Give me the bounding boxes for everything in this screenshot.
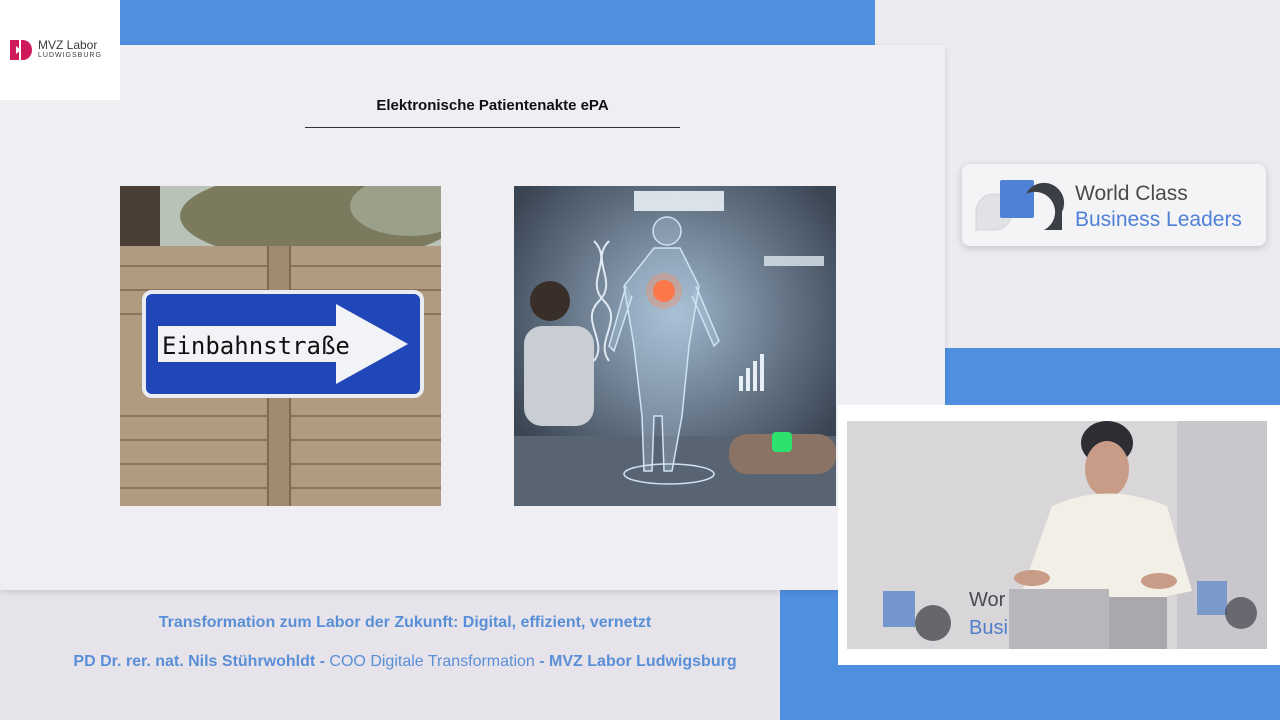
- speaker-caption: PD Dr. rer. nat. Nils Stührwohldt - COO …: [60, 652, 750, 671]
- speaker-role: COO Digitale Transformation: [329, 653, 535, 670]
- one-way-sign-photo: Einbahnstraße: [120, 186, 441, 506]
- slide-title-underline: [305, 127, 680, 128]
- presentation-slide: Elektronische Patientenakte ePA Einbahns…: [0, 45, 945, 590]
- backdrop-text-line1: Wor: [969, 589, 1006, 611]
- slide-title: Elektronische Patientenakte ePA: [376, 97, 609, 114]
- speech-bubbles-icon: [975, 180, 1065, 231]
- logo-line2: LUDWIGSBURG: [38, 52, 102, 59]
- mvz-logo-icon: [10, 40, 32, 60]
- digital-human-hologram-icon: [514, 186, 836, 506]
- caption-separator-2: -: [534, 653, 550, 670]
- wcbl-brand-card: World Class Business Leaders: [962, 164, 1266, 246]
- background-blue-right: [945, 348, 1280, 406]
- speaker-video: Wor Busi: [847, 421, 1267, 649]
- digital-health-photo: [514, 186, 836, 506]
- logo-line1: MVZ Labor: [38, 38, 98, 52]
- talk-title: Transformation zum Labor der Zukunft: Di…: [158, 614, 652, 631]
- sign-label: Einbahnstraße: [162, 332, 350, 360]
- speaker-figure: [847, 421, 1267, 649]
- speaker-organization: MVZ Labor Ludwigsburg: [549, 653, 737, 670]
- speaker-name: PD Dr. rer. nat. Nils Stührwohldt: [73, 653, 316, 670]
- backdrop-text-line2: Busi: [969, 617, 1008, 639]
- mvz-logo: MVZ Labor LUDWIGSBURG: [0, 0, 120, 100]
- brand-line2: Business Leaders: [1075, 208, 1242, 231]
- caption-separator-1: -: [315, 653, 330, 670]
- speaker-video-frame: Wor Busi: [838, 405, 1280, 665]
- brand-line1: World Class: [1075, 182, 1188, 205]
